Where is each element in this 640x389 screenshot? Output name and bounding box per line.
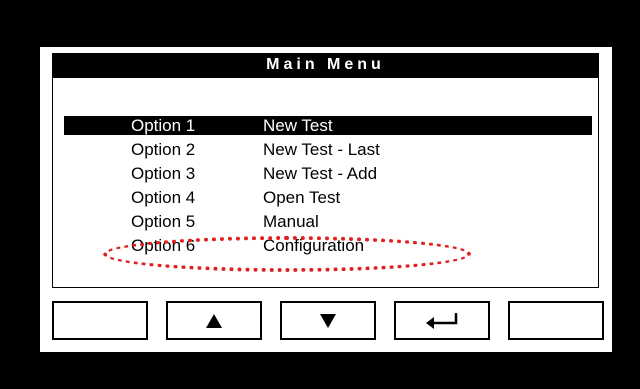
arrow-up-icon	[206, 313, 222, 328]
menu-item-option-5[interactable]: Option 5 Manual	[53, 210, 598, 234]
menu-item-option-number: Option 4	[131, 188, 196, 207]
menu-item-option-3[interactable]: Option 3 New Test - Add	[53, 162, 598, 186]
menu-item-option-4[interactable]: Option 4 Open Test	[53, 186, 598, 210]
menu-item-label: Open Test	[263, 188, 341, 207]
menu-item-option-number: Option 5	[131, 212, 196, 231]
enter-icon	[426, 312, 458, 329]
menu-panel: Option 1 New Test Option 2 New Test - La…	[52, 77, 599, 288]
up-button[interactable]	[166, 301, 262, 340]
menu-item-option-number: Option 3	[131, 164, 196, 183]
menu-item-option-number: Option 2	[131, 140, 196, 159]
enter-button[interactable]	[394, 301, 490, 340]
menu-item-label: New Test - Last	[263, 140, 380, 159]
device-bezel: Main Menu Option 1 New Test Option 2 New…	[0, 0, 640, 389]
annotation-highlight-ellipse	[103, 236, 471, 272]
menu-item-option-1[interactable]: Option 1 New Test	[64, 116, 592, 135]
menu-item-label: New Test - Add	[263, 164, 378, 183]
menu-item-option-2[interactable]: Option 2 New Test - Last	[53, 138, 598, 162]
down-button[interactable]	[280, 301, 376, 340]
arrow-down-icon	[320, 313, 336, 328]
softkey-1-blank[interactable]	[52, 301, 148, 340]
menu-item-option-number: Option 1	[131, 116, 196, 135]
screen-title: Main Menu	[52, 53, 599, 77]
menu-item-label: Manual	[263, 212, 319, 231]
display-screen: Main Menu Option 1 New Test Option 2 New…	[40, 47, 612, 352]
softkey-bar	[52, 301, 604, 341]
softkey-5-blank[interactable]	[508, 301, 604, 340]
menu-item-label: New Test	[263, 116, 333, 135]
